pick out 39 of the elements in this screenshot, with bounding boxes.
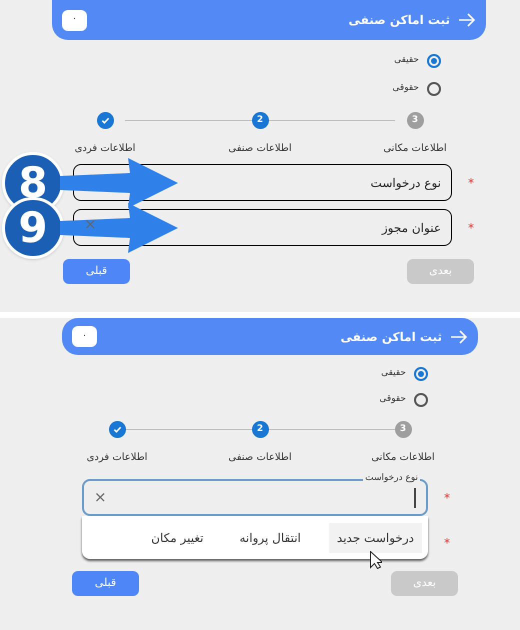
step-label: اطلاعات مکانی — [383, 142, 447, 156]
floating-label: نوع درخواست — [363, 472, 420, 484]
callout-badge: 9 — [2, 196, 64, 258]
step-label: اطلاعات فردی — [86, 451, 148, 465]
dropdown-option[interactable]: تغییر مکان — [143, 522, 212, 552]
step-label: اطلاعات صنفی — [228, 142, 292, 156]
back-arrow-icon[interactable] — [458, 13, 476, 27]
step-number: 3 — [400, 422, 406, 436]
required-asterisk: * — [443, 490, 450, 506]
page-title: ثبت اماکن صنفی — [348, 12, 450, 29]
step-label: اطلاعات مکانی — [371, 451, 435, 465]
radio-button[interactable] — [427, 54, 441, 68]
dropdown-option[interactable]: درخواست جدید — [328, 522, 422, 552]
text-cursor-icon — [414, 488, 416, 508]
step-number: 3 — [412, 114, 418, 127]
radio-label: حقیقی — [394, 54, 419, 68]
count-badge: ٠ — [62, 10, 87, 30]
check-icon — [112, 425, 122, 434]
step-number: 2 — [256, 114, 264, 127]
field-label: نوع درخواست — [370, 174, 441, 192]
required-asterisk: * — [467, 174, 474, 192]
radio-label: حقیقی — [381, 367, 406, 380]
count-badge: ٠ — [72, 326, 97, 347]
clear-icon[interactable]: × — [94, 490, 107, 505]
page-title: ثبت اماکن صنفی — [340, 328, 442, 346]
step-number: 2 — [256, 422, 264, 436]
step-label: اطلاعات صنفی — [228, 451, 292, 465]
dropdown-option[interactable]: انتقال پروانه — [231, 522, 309, 552]
radio-label: حقوقی — [392, 82, 419, 96]
field-label: عنوان مجوز — [382, 220, 441, 236]
back-arrow-icon[interactable] — [450, 330, 468, 344]
step-label: اطلاعات فردی — [74, 142, 136, 156]
radio-button[interactable] — [427, 82, 441, 96]
radio-label: حقوقی — [379, 393, 406, 406]
radio-button[interactable] — [414, 393, 428, 407]
radio-button[interactable] — [414, 367, 428, 381]
required-asterisk: * — [443, 534, 450, 552]
check-icon — [100, 116, 110, 125]
required-asterisk: * — [467, 220, 474, 236]
